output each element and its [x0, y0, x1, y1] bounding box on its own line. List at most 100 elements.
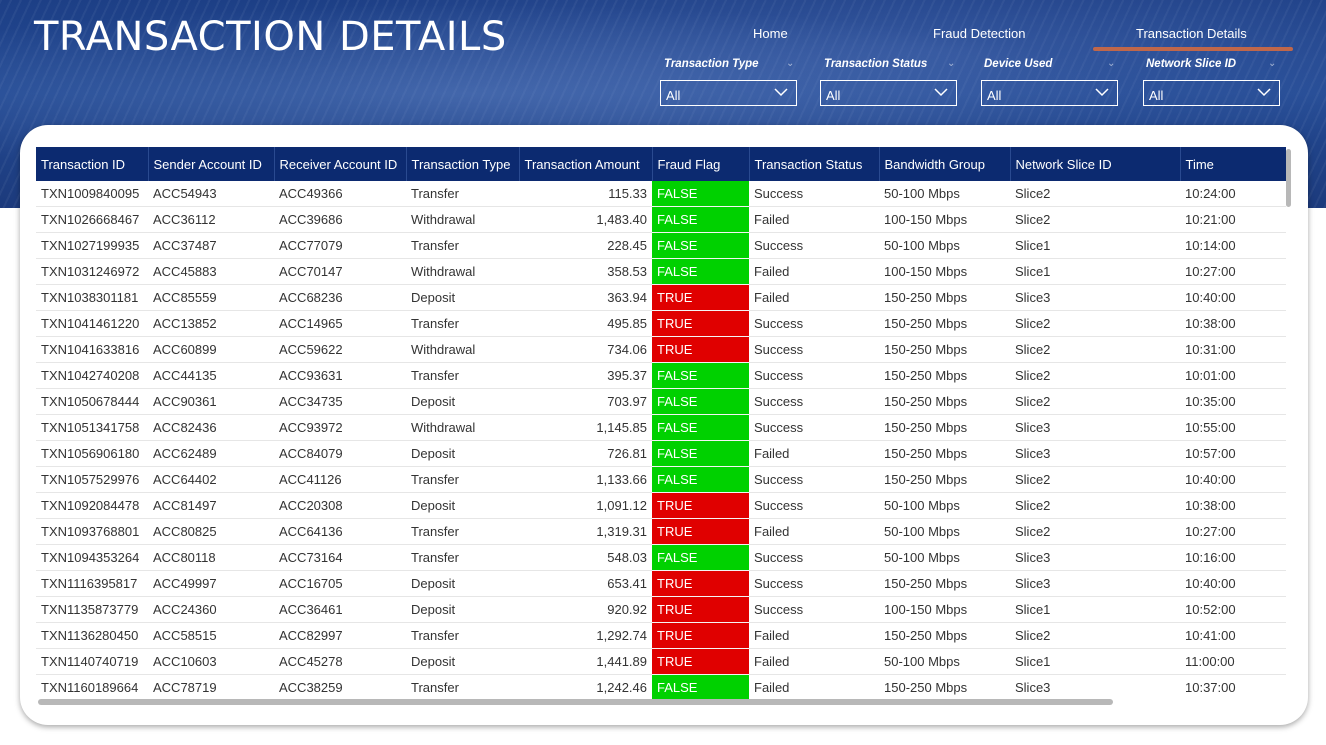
- table-row[interactable]: TXN1092084478 ACC81497 ACC20308 Deposit 1,09…: [36, 492, 1286, 519]
- table-cell: TXN1116395817: [36, 570, 148, 597]
- nav-home[interactable]: Home: [753, 26, 788, 48]
- column-header[interactable]: Transaction Type: [406, 147, 520, 181]
- chevron-down-icon[interactable]: ⌄: [1107, 58, 1115, 69]
- table-cell: 100-150 Mbps: [879, 258, 1010, 285]
- table-cell: ACC64402: [148, 466, 274, 493]
- table-cell: Withdrawal: [406, 258, 519, 285]
- table-row[interactable]: TXN1136280450 ACC58515 ACC82997 Transfer 1,2…: [36, 622, 1286, 649]
- table-cell: Slice2: [1010, 206, 1180, 233]
- fraud-flag-cell: TRUE: [652, 310, 749, 337]
- filter-value: All: [1149, 88, 1164, 103]
- chevron-down-icon: [774, 88, 788, 97]
- table-cell: TXN1009840095: [36, 181, 148, 207]
- fraud-flag-cell: TRUE: [652, 648, 749, 675]
- amount-cell: 1,483.40: [519, 206, 652, 233]
- fraud-flag-cell: TRUE: [652, 284, 749, 311]
- table-cell: ACC62489: [148, 440, 274, 467]
- table-cell: ACC82436: [148, 414, 274, 441]
- table-cell: 10:35:00: [1180, 388, 1286, 415]
- table-cell: Deposit: [406, 388, 519, 415]
- table-cell: ACC45278: [274, 648, 406, 675]
- column-header[interactable]: Fraud Flag: [652, 147, 750, 181]
- table-cell: Success: [749, 596, 879, 623]
- table-row[interactable]: TXN1160189664 ACC78719 ACC38259 Transfer 1,2…: [36, 674, 1286, 699]
- column-header[interactable]: Bandwidth Group: [879, 147, 1011, 181]
- table-cell: 150-250 Mbps: [879, 674, 1010, 699]
- table-cell: Transfer: [406, 544, 519, 571]
- table-row[interactable]: TXN1051341758 ACC82436 ACC93972 Withdrawal 1…: [36, 414, 1286, 441]
- table-cell: 10:14:00: [1180, 232, 1286, 259]
- table-cell: Slice2: [1010, 181, 1180, 207]
- amount-cell: 358.53: [519, 258, 652, 285]
- report-page: TRANSACTION DETAILS Home Fraud Detection…: [0, 0, 1326, 745]
- table-cell: ACC58515: [148, 622, 274, 649]
- filter-transaction-type[interactable]: All: [660, 80, 797, 106]
- table-cell: ACC70147: [274, 258, 406, 285]
- vertical-scrollbar[interactable]: [1286, 149, 1291, 207]
- table-row[interactable]: TXN1009840095 ACC54943 ACC49366 Transfer 115…: [36, 181, 1286, 207]
- table-cell: Slice1: [1010, 648, 1180, 675]
- filter-label-transaction-type: Transaction Type: [664, 58, 759, 70]
- table-row[interactable]: TXN1027199935 ACC37487 ACC77079 Transfer 228…: [36, 232, 1286, 259]
- filter-device-used[interactable]: All: [981, 80, 1118, 106]
- chevron-down-icon[interactable]: ⌄: [1268, 58, 1276, 69]
- column-header[interactable]: Sender Account ID: [148, 147, 275, 181]
- table-row[interactable]: TXN1041461220 ACC13852 ACC14965 Transfer 495…: [36, 310, 1286, 337]
- column-header[interactable]: Receiver Account ID: [274, 147, 407, 181]
- nav-fraud-detection[interactable]: Fraud Detection: [933, 26, 1026, 48]
- table-row[interactable]: TXN1116395817 ACC49997 ACC16705 Deposit 653.…: [36, 570, 1286, 597]
- table-cell: Slice2: [1010, 492, 1180, 519]
- table-row[interactable]: TXN1041633816 ACC60899 ACC59622 Withdrawal 7…: [36, 336, 1286, 363]
- filter-label-device-used: Device Used: [984, 58, 1053, 70]
- table-cell: 11:00:00: [1180, 648, 1286, 675]
- table-cell: ACC10603: [148, 648, 274, 675]
- transactions-table-container[interactable]: Transaction ID Sender Account ID Receive…: [36, 147, 1286, 699]
- column-header[interactable]: Transaction Status: [749, 147, 880, 181]
- table-row[interactable]: TXN1026668467 ACC36112 ACC39686 Withdrawal 1…: [36, 206, 1286, 233]
- table-cell: ACC64136: [274, 518, 406, 545]
- horizontal-scrollbar[interactable]: [38, 699, 1113, 705]
- page-title: TRANSACTION DETAILS: [34, 14, 507, 60]
- column-header[interactable]: Network Slice ID: [1010, 147, 1181, 181]
- table-row[interactable]: TXN1135873779 ACC24360 ACC36461 Deposit 920.…: [36, 596, 1286, 623]
- column-header[interactable]: Time: [1180, 147, 1286, 181]
- fraud-flag-cell: FALSE: [652, 258, 749, 285]
- amount-cell: 363.94: [519, 284, 652, 311]
- table-row[interactable]: TXN1093768801 ACC80825 ACC64136 Transfer 1,3…: [36, 518, 1286, 545]
- table-cell: 150-250 Mbps: [879, 414, 1010, 441]
- column-header[interactable]: Transaction ID: [36, 147, 149, 181]
- table-cell: TXN1094353264: [36, 544, 148, 571]
- table-row[interactable]: TXN1057529976 ACC64402 ACC41126 Transfer 1,1…: [36, 466, 1286, 493]
- table-cell: Failed: [749, 206, 879, 233]
- table-row[interactable]: TXN1094353264 ACC80118 ACC73164 Transfer 548…: [36, 544, 1286, 571]
- table-row[interactable]: TXN1056906180 ACC62489 ACC84079 Deposit 726.…: [36, 440, 1286, 467]
- table-row[interactable]: TXN1042740208 ACC44135 ACC93631 Transfer 395…: [36, 362, 1286, 389]
- filter-network-slice-id[interactable]: All: [1143, 80, 1280, 106]
- chevron-down-icon[interactable]: ⌄: [947, 58, 955, 69]
- amount-cell: 734.06: [519, 336, 652, 363]
- table-cell: 150-250 Mbps: [879, 466, 1010, 493]
- nav-transaction-details[interactable]: Transaction Details: [1136, 26, 1247, 48]
- table-cell: 50-100 Mbps: [879, 181, 1010, 207]
- active-nav-indicator: [1093, 47, 1293, 51]
- table-cell: ACC68236: [274, 284, 406, 311]
- table-cell: 150-250 Mbps: [879, 336, 1010, 363]
- table-cell: TXN1056906180: [36, 440, 148, 467]
- table-row[interactable]: TXN1050678444 ACC90361 ACC34735 Deposit 703.…: [36, 388, 1286, 415]
- filter-transaction-status[interactable]: All: [820, 80, 957, 106]
- amount-cell: 1,133.66: [519, 466, 652, 493]
- table-cell: Deposit: [406, 440, 519, 467]
- table-row[interactable]: TXN1140740719 ACC10603 ACC45278 Deposit 1,44…: [36, 648, 1286, 675]
- table-cell: Success: [749, 336, 879, 363]
- column-header[interactable]: Transaction Amount: [519, 147, 653, 181]
- chevron-down-icon[interactable]: ⌄: [786, 58, 794, 69]
- table-row[interactable]: TXN1031246972 ACC45883 ACC70147 Withdrawal 3…: [36, 258, 1286, 285]
- table-cell: Success: [749, 181, 879, 207]
- table-cell: ACC73164: [274, 544, 406, 571]
- table-cell: 10:37:00: [1180, 674, 1286, 699]
- fraud-flag-cell: FALSE: [652, 362, 749, 389]
- table-row[interactable]: TXN1038301181 ACC85559 ACC68236 Deposit 363.…: [36, 284, 1286, 311]
- amount-cell: 495.85: [519, 310, 652, 337]
- table-cell: TXN1057529976: [36, 466, 148, 493]
- table-cell: 10:21:00: [1180, 206, 1286, 233]
